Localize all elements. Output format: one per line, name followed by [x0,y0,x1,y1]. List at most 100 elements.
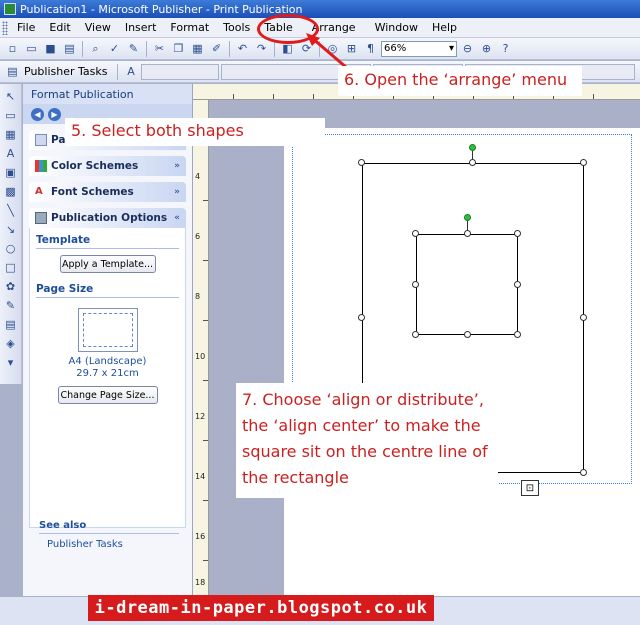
page-size-dims: 29.7 x 21cm [76,368,139,379]
menu-tools[interactable]: Tools [216,18,257,38]
selected-square[interactable] [416,234,518,335]
paste-icon[interactable]: ▦ [189,40,206,57]
rectangle-icon[interactable]: □ [3,259,19,275]
design-gallery-icon[interactable]: ▤ [3,316,19,332]
section-font-schemes[interactable]: A Font Schemes » [29,182,186,202]
help-icon[interactable]: ? [497,40,514,57]
chevron-down-icon: » [174,161,180,171]
vertical-ruler[interactable]: 4 6 8 10 12 14 16 18 [193,100,209,596]
text-box-icon[interactable]: ▭ [3,107,19,123]
resize-handle[interactable] [580,314,587,321]
zoom-out-icon[interactable]: ⊖ [459,40,476,57]
ruler-number: 4 [195,172,201,181]
page-size-label: Page Size [36,283,179,298]
resize-handle[interactable] [412,331,419,338]
resize-handle[interactable] [514,230,521,237]
line-icon[interactable]: ╲ [3,202,19,218]
picture-frame-icon[interactable]: ▣ [3,164,19,180]
copy-icon[interactable]: ❐ [170,40,187,57]
forward-icon[interactable]: ▶ [48,107,61,121]
menu-help[interactable]: Help [425,18,464,38]
page-options-icon [35,134,47,146]
page-size-thumbnail[interactable] [77,308,138,352]
chevron-down-icon: » [174,187,180,197]
resize-handle[interactable] [464,230,471,237]
publisher-tasks-label: Publisher Tasks [24,65,108,78]
styles-icon[interactable]: A [122,63,139,80]
title-bar: Publication1 - Microsoft Publisher - Pri… [0,0,640,18]
menu-insert[interactable]: Insert [118,18,164,38]
menu-view[interactable]: View [78,18,118,38]
annotation-step-7: 7. Choose ‘align or distribute’, the ‘al… [236,383,498,498]
see-also-publisher-tasks-link[interactable]: Publisher Tasks [47,539,123,550]
resize-handle[interactable] [469,159,476,166]
resize-handle[interactable] [514,281,521,288]
publication-page[interactable]: ⊡ [284,128,640,598]
section-publication-options-label: Publication Options [51,212,168,224]
rotation-handle[interactable] [464,214,471,221]
print-preview-icon[interactable]: ⌕ [87,40,104,57]
spelling-icon[interactable]: ✓ [106,40,123,57]
ruler-number: 14 [195,472,206,481]
undo-icon[interactable]: ↶ [234,40,251,57]
resize-handle[interactable] [580,159,587,166]
section-color-schemes[interactable]: Color Schemes » [29,156,186,176]
menu-file[interactable]: File [10,18,42,38]
select-pointer-icon[interactable]: ↖ [3,88,19,104]
wordart-icon[interactable]: A [3,145,19,161]
ruler-number: 8 [195,292,201,301]
insert-table-icon[interactable]: ▦ [3,126,19,142]
paragraph-marks-icon[interactable]: ¶ [362,40,379,57]
resize-handle[interactable] [580,469,587,476]
workspace[interactable]: ⊡ [209,100,640,598]
more-tools-icon[interactable]: ▾ [3,354,19,370]
resize-handle[interactable] [358,314,365,321]
zoom-in-icon[interactable]: ⊕ [478,40,495,57]
research-icon[interactable]: ✎ [125,40,142,57]
section-publication-options[interactable]: Publication Options « [29,208,186,228]
cut-icon[interactable]: ✂ [151,40,168,57]
menu-window[interactable]: Window [368,18,425,38]
redo-icon[interactable]: ↷ [253,40,270,57]
publication-options-body: Template Apply a Template... Page Size A… [29,228,186,528]
group-objects-icon[interactable]: ⊡ [521,480,539,496]
task-pane-title: Format Publication [31,87,134,101]
window-title: Publication1 - Microsoft Publisher - Pri… [20,2,303,16]
task-pane-header: Format Publication [23,84,192,104]
back-icon[interactable]: ◀ [31,107,44,121]
publication-options-icon [35,212,47,224]
format-painter-icon[interactable]: ✐ [208,40,225,57]
ruler-number: 12 [195,412,206,421]
style-select[interactable] [141,63,220,80]
resize-handle[interactable] [514,331,521,338]
zoom-select[interactable]: 66% ▾ [381,40,457,57]
insert-object-icon[interactable]: ◈ [3,335,19,351]
hot-spot-icon[interactable]: ✎ [3,297,19,313]
open-icon[interactable]: ▭ [23,40,40,57]
save-icon[interactable]: ■ [42,40,59,57]
picture-icon[interactable]: ▩ [3,183,19,199]
blog-watermark: i-dream-in-paper.blogspot.co.uk [88,595,434,621]
template-label: Template [36,234,179,249]
change-page-size-button[interactable]: Change Page Size... [57,386,158,404]
publisher-tasks-button[interactable]: ▤ Publisher Tasks [4,63,113,80]
autoshapes-icon[interactable]: ✿ [3,278,19,294]
oval-icon[interactable]: ○ [3,240,19,256]
zoom-value: 66% [384,43,407,54]
arrow-icon[interactable]: ↘ [3,221,19,237]
menu-edit[interactable]: Edit [42,18,77,38]
menu-format[interactable]: Format [163,18,216,38]
apply-template-button[interactable]: Apply a Template... [59,255,156,273]
print-icon[interactable]: ▤ [61,40,78,57]
resize-handle[interactable] [412,281,419,288]
rotation-handle[interactable] [469,144,476,151]
resize-handle[interactable] [464,331,471,338]
annotation-step-5: 5. Select both shapes [65,118,325,146]
toolbar-grip-icon[interactable] [2,20,8,35]
resize-handle[interactable] [358,159,365,166]
ruler-number: 6 [195,232,201,241]
new-icon[interactable]: ▫ [4,40,21,57]
resize-handle[interactable] [412,230,419,237]
see-also-label: See also [39,520,179,534]
publisher-app-icon [4,3,16,15]
